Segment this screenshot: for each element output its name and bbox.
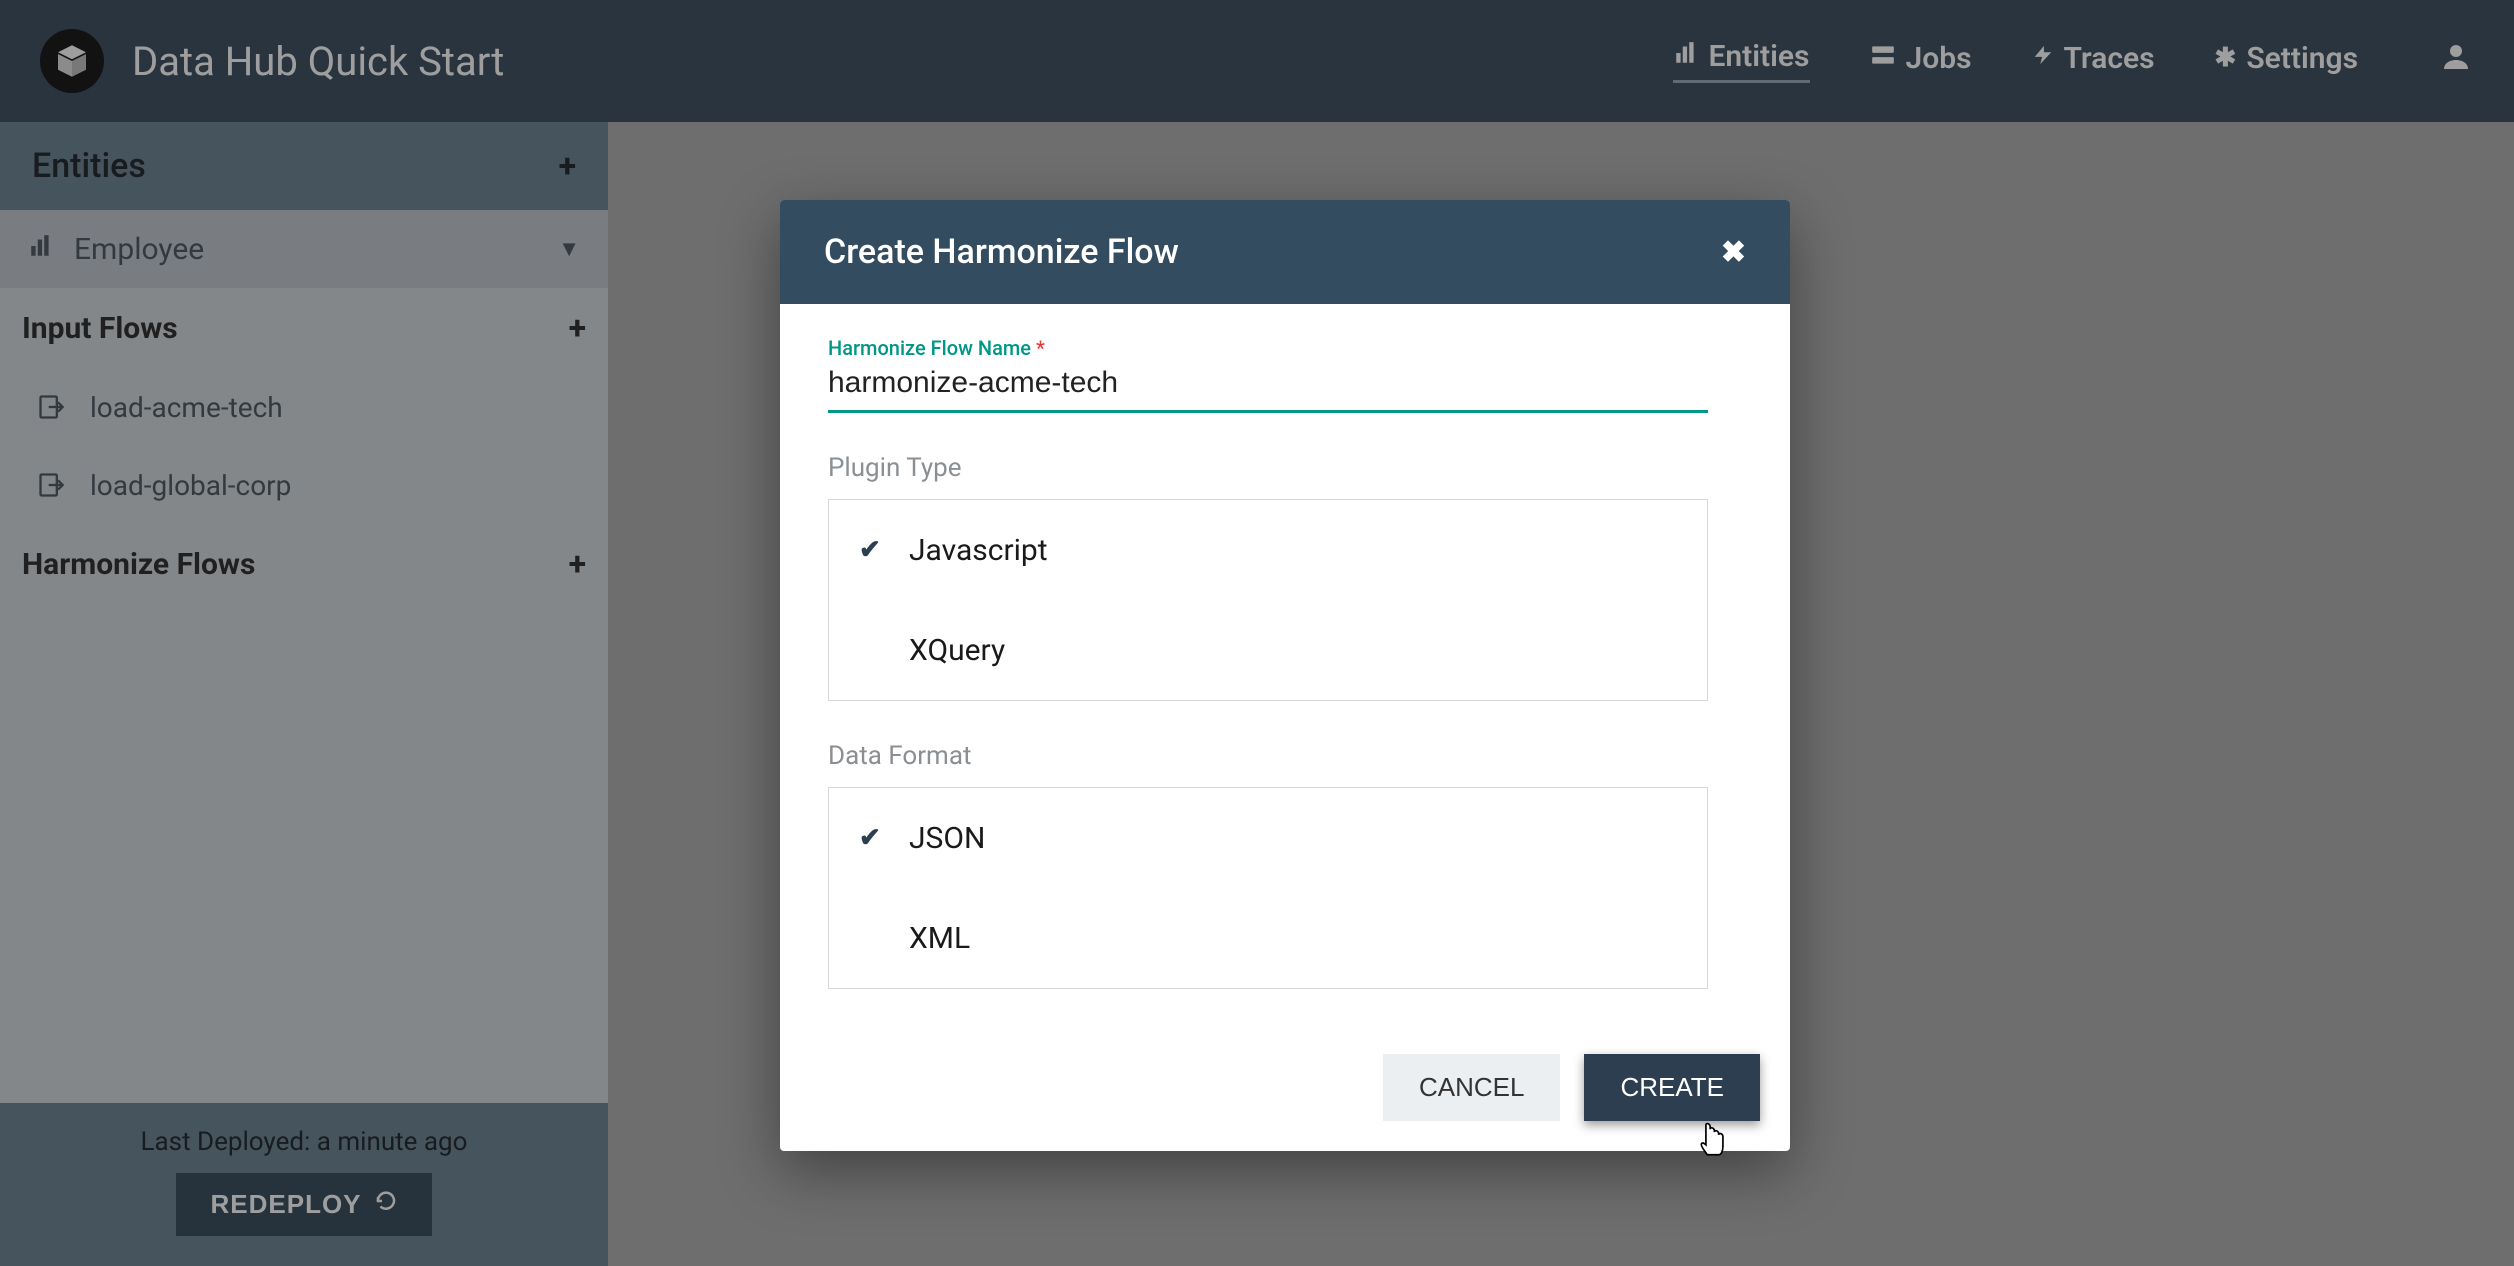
- check-icon: ✔: [859, 535, 909, 565]
- modal-header: Create Harmonize Flow ✖: [780, 200, 1790, 304]
- modal-footer: CANCEL CREATE: [780, 1042, 1790, 1151]
- create-harmonize-flow-modal: Create Harmonize Flow ✖ Harmonize Flow N…: [780, 200, 1790, 1151]
- data-format-label: Data Format: [828, 741, 1728, 771]
- check-icon: ✔: [859, 823, 909, 853]
- option-label: XQuery: [909, 633, 1005, 668]
- data-format-option-json[interactable]: ✔ JSON: [829, 788, 1707, 888]
- plugin-type-option-javascript[interactable]: ✔ Javascript: [829, 500, 1707, 600]
- option-label: JSON: [909, 821, 985, 856]
- cancel-button[interactable]: CANCEL: [1383, 1054, 1560, 1121]
- option-label: XML: [909, 921, 970, 956]
- flow-name-label: Harmonize Flow Name *: [828, 336, 1728, 360]
- flow-name-input[interactable]: [828, 360, 1708, 413]
- modal-scroll-region[interactable]: Harmonize Flow Name * Plugin Type ✔ Java…: [828, 336, 1772, 1024]
- modal-title: Create Harmonize Flow: [824, 232, 1179, 272]
- data-format-option-xml[interactable]: XML: [829, 888, 1707, 988]
- plugin-type-label: Plugin Type: [828, 453, 1728, 483]
- data-format-options: ✔ JSON XML: [828, 787, 1708, 989]
- option-label: Javascript: [909, 533, 1048, 568]
- close-icon[interactable]: ✖: [1721, 235, 1746, 270]
- required-star-icon: *: [1036, 336, 1045, 360]
- plugin-type-option-xquery[interactable]: XQuery: [829, 600, 1707, 700]
- plugin-type-options: ✔ Javascript XQuery: [828, 499, 1708, 701]
- create-button[interactable]: CREATE: [1584, 1054, 1760, 1121]
